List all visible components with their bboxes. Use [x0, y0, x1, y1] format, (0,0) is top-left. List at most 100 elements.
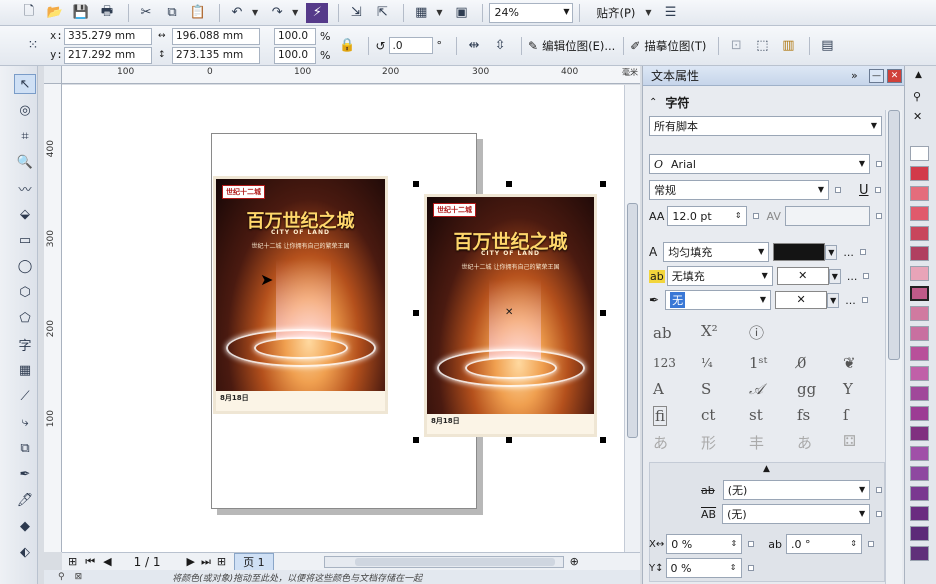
- shape-tool-icon[interactable]: ◎: [14, 100, 36, 120]
- script-select[interactable]: 所有脚本 ▼: [649, 116, 882, 136]
- chevron-down-icon[interactable]: ▼: [825, 244, 838, 260]
- text-tool-icon[interactable]: 字: [14, 334, 36, 354]
- color-swatch[interactable]: [910, 546, 929, 561]
- last-page-icon[interactable]: ⏭: [201, 555, 211, 569]
- snap-to-menu[interactable]: 贴齐(P): [596, 5, 635, 21]
- ellipse-tool-icon[interactable]: ◯: [14, 256, 36, 276]
- freehand-tool-icon[interactable]: 〰: [14, 178, 36, 198]
- overline-select[interactable]: (无) ▼: [722, 504, 871, 524]
- char-angle-input[interactable]: .0 ° ⇕: [785, 534, 862, 554]
- more-options-button[interactable]: ...: [843, 246, 854, 259]
- checkbox[interactable]: [748, 541, 755, 547]
- selection-handle[interactable]: [413, 181, 419, 187]
- drawing-canvas[interactable]: 世纪十二城 百万世纪之城 CITY OF LAND 世纪十二城 让你拥有自己的繁…: [62, 85, 624, 552]
- export-icon[interactable]: ⇱: [371, 3, 393, 23]
- font-style-select[interactable]: 常规 ▼: [649, 180, 829, 200]
- lock-ratio-icon[interactable]: 🔒: [336, 36, 358, 56]
- new-document-icon[interactable]: 🗋: [18, 3, 40, 23]
- h-scroll-thumb[interactable]: [354, 557, 555, 566]
- page-tab[interactable]: 页 1: [234, 552, 274, 571]
- undo-dropdown-icon[interactable]: ▼: [252, 8, 258, 17]
- color-dropper-icon[interactable]: ⚲: [58, 572, 65, 582]
- contextual-icon[interactable]: 𝒜: [749, 380, 763, 398]
- checkbox[interactable]: [876, 511, 882, 517]
- kerning-input[interactable]: [784, 206, 871, 226]
- checkbox[interactable]: [874, 187, 881, 193]
- collapse-arrow-icon[interactable]: ▲: [763, 464, 770, 474]
- checkbox[interactable]: [867, 541, 874, 547]
- horizontal-scrollbar[interactable]: [323, 555, 564, 568]
- palette-scroll-up-icon[interactable]: ▲: [915, 70, 922, 80]
- color-swatch[interactable]: [910, 226, 929, 241]
- paste-icon[interactable]: 📋: [187, 3, 209, 23]
- undo-icon[interactable]: ↶: [226, 3, 248, 23]
- close-icon[interactable]: ✕: [887, 69, 902, 83]
- color-swatch[interactable]: [910, 146, 929, 161]
- outline-color-swatch[interactable]: ✕: [775, 291, 828, 309]
- dimension-tool-icon[interactable]: ⟋: [14, 386, 36, 406]
- color-swatch[interactable]: [910, 326, 929, 341]
- chevron-down-icon[interactable]: ▼: [827, 292, 840, 308]
- chevron-down-icon[interactable]: ▼: [828, 268, 841, 284]
- checkbox[interactable]: [859, 249, 866, 255]
- launcher-dropdown-icon[interactable]: ▼: [436, 8, 442, 17]
- object-origin-icon[interactable]: ⁙: [22, 36, 44, 56]
- trace-bitmap-button[interactable]: 描摹位图(T): [644, 38, 706, 54]
- character-section-header[interactable]: ⌃ 字符: [649, 94, 882, 111]
- application-launcher-icon[interactable]: ▦: [410, 3, 432, 23]
- basic-shapes-tool-icon[interactable]: ⬠: [14, 308, 36, 328]
- blend-tool-icon[interactable]: ⧉: [14, 438, 36, 458]
- color-swatch[interactable]: [910, 466, 929, 481]
- swash-icon[interactable]: A: [653, 380, 664, 398]
- scale-height-input[interactable]: 100.0: [274, 46, 316, 64]
- resample-icon[interactable]: ⬚: [751, 36, 773, 56]
- add-page-after-icon[interactable]: ⊞: [217, 555, 226, 568]
- color-swatch[interactable]: [910, 246, 929, 261]
- bitmap-color-mask-icon[interactable]: ▥: [777, 36, 799, 56]
- height-input[interactable]: 273.135 mm: [172, 46, 260, 64]
- docker-scroll-thumb[interactable]: [888, 110, 900, 360]
- ornaments-icon[interactable]: ❦: [843, 354, 856, 372]
- outline-select[interactable]: 无 ▼: [665, 290, 772, 310]
- open-folder-icon[interactable]: 📂: [44, 3, 66, 23]
- redo-icon[interactable]: ↷: [266, 3, 288, 23]
- color-swatch[interactable]: [910, 366, 929, 381]
- ruby-icon[interactable]: 丰: [749, 432, 764, 453]
- long-s-icon[interactable]: ſ: [843, 406, 849, 424]
- bg-color-swatch[interactable]: ✕: [776, 267, 829, 285]
- next-page-icon[interactable]: ▶: [187, 555, 195, 568]
- color-swatch[interactable]: [910, 506, 929, 521]
- horizontal-ruler[interactable]: 100 0 100 200 300 400 毫米: [62, 66, 640, 84]
- alternates-icon[interactable]: gg: [797, 380, 816, 398]
- fractions-icon[interactable]: ¼: [701, 356, 713, 370]
- zoom-level-select[interactable]: 24% ▼: [489, 2, 574, 23]
- phonetic-icon[interactable]: あ: [653, 432, 668, 453]
- color-swatch[interactable]: [910, 266, 929, 281]
- font-select[interactable]: O Arial ▼: [649, 154, 871, 174]
- rectangle-tool-icon[interactable]: ▭: [14, 230, 36, 250]
- minimize-icon[interactable]: —: [869, 69, 884, 83]
- width-input[interactable]: 196.088 mm: [172, 27, 260, 45]
- no-fill-icon[interactable]: ✕: [913, 110, 922, 123]
- color-swatch[interactable]: [910, 486, 929, 501]
- mirror-horizontal-icon[interactable]: ⇹: [463, 36, 485, 56]
- prev-page-icon[interactable]: ◀: [103, 555, 111, 568]
- color-swatch[interactable]: [910, 386, 929, 401]
- fill-color-swatch[interactable]: [773, 243, 826, 261]
- color-swatch[interactable]: [910, 446, 929, 461]
- interactive-fill-tool-icon[interactable]: ⬖: [14, 542, 36, 562]
- y-position-input[interactable]: 217.292 mm: [64, 46, 152, 64]
- cut-icon[interactable]: ✂: [135, 3, 157, 23]
- table-tool-icon[interactable]: ▦: [14, 360, 36, 380]
- vertical-icon[interactable]: ⚃: [843, 432, 856, 450]
- expand-docker-icon[interactable]: »: [851, 69, 858, 82]
- checkbox[interactable]: [876, 213, 882, 219]
- ligature-icon[interactable]: ⓘ: [749, 322, 764, 343]
- save-icon[interactable]: 💾: [70, 3, 92, 23]
- smart-fill-tool-icon[interactable]: ⬙: [14, 204, 36, 224]
- strikethrough-select[interactable]: (无) ▼: [722, 480, 871, 500]
- print-icon[interactable]: 🖶: [96, 3, 118, 23]
- standard-ligature-icon[interactable]: fi: [653, 406, 668, 426]
- selection-handle[interactable]: [506, 181, 512, 187]
- welcome-screen-icon[interactable]: ▣: [450, 3, 472, 23]
